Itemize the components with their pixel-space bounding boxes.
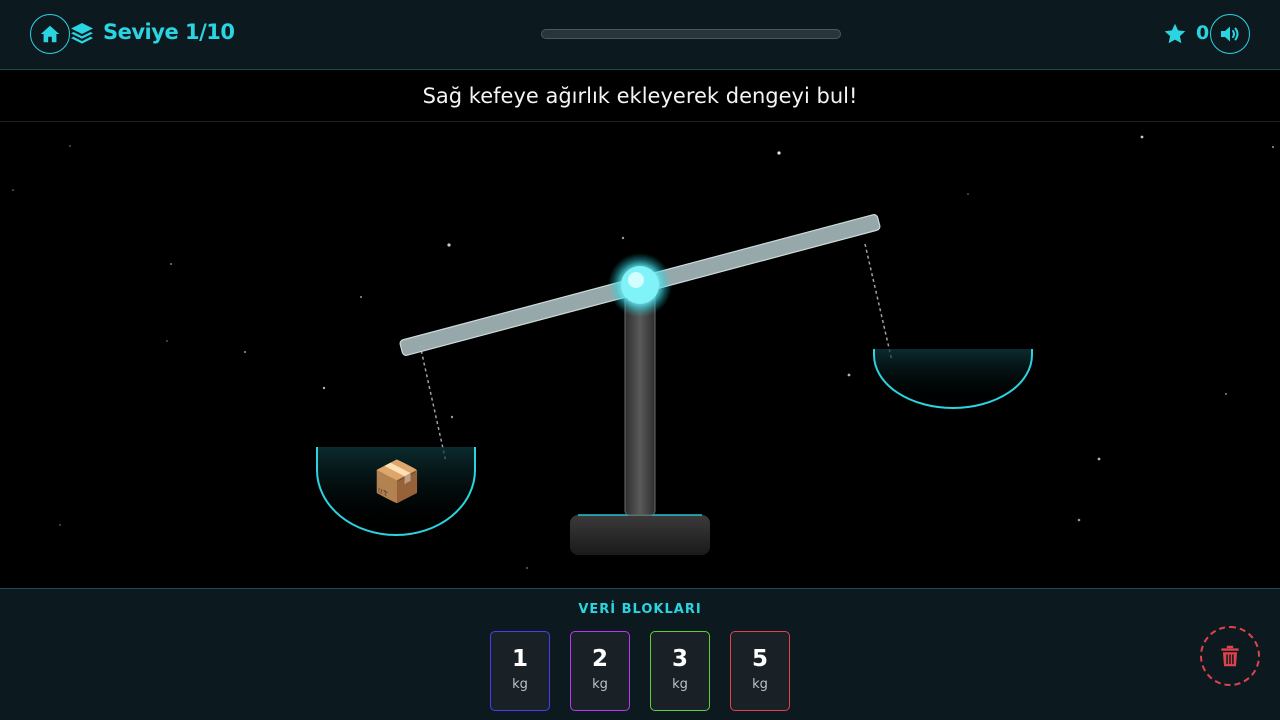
top-bar: Seviye 1/10 0 xyxy=(0,0,1280,70)
level-progress-bar xyxy=(541,29,841,39)
block-value: 5 xyxy=(751,646,768,672)
home-icon xyxy=(40,25,60,43)
scale-pillar xyxy=(624,289,656,516)
block-value: 1 xyxy=(511,646,528,672)
package-icon[interactable]: 📦 xyxy=(372,462,422,502)
left-pan-string xyxy=(419,344,447,463)
weight-block-2kg[interactable]: 2 kg xyxy=(570,631,630,711)
level-label: Seviye 1/10 xyxy=(103,20,235,44)
right-pan xyxy=(873,349,1033,409)
block-unit: kg xyxy=(752,677,768,692)
block-unit: kg xyxy=(512,677,528,692)
palette-title: VERİ BLOKLARI xyxy=(578,602,702,617)
score-counter: 0 xyxy=(1196,22,1210,44)
balance-scale-graphic xyxy=(12,135,1274,569)
block-unit: kg xyxy=(672,677,688,692)
weight-block-3kg[interactable]: 3 kg xyxy=(650,631,710,711)
balance-scene: 📦 xyxy=(0,122,1280,588)
star-icon xyxy=(1164,23,1186,44)
layers-icon xyxy=(71,23,93,44)
right-pan-string xyxy=(864,243,893,362)
instruction-text: Sağ kefeye ağırlık ekleyerek dengeyi bul… xyxy=(0,71,1280,122)
weight-palette: VERİ BLOKLARI 1 kg 2 kg 3 kg 5 kg xyxy=(0,588,1280,720)
scale-base xyxy=(570,515,710,555)
weight-block-5kg[interactable]: 5 kg xyxy=(730,631,790,711)
home-button[interactable] xyxy=(30,14,70,54)
block-unit: kg xyxy=(592,677,608,692)
trash-icon xyxy=(1221,645,1239,667)
block-value: 3 xyxy=(671,646,688,672)
volume-icon xyxy=(1221,26,1239,42)
sound-toggle-button[interactable] xyxy=(1210,14,1250,54)
trash-button[interactable] xyxy=(1200,626,1260,686)
weight-block-1kg[interactable]: 1 kg xyxy=(490,631,550,711)
block-value: 2 xyxy=(591,646,608,672)
